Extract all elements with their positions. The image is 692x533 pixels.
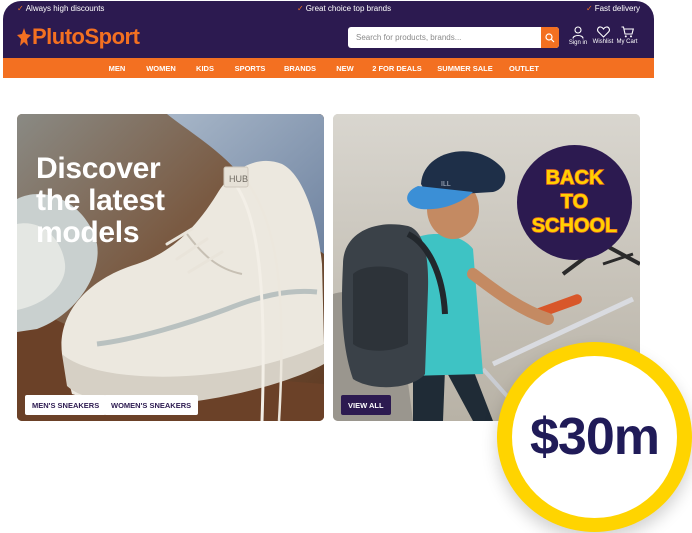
- nav-item-women[interactable]: WOMEN: [146, 64, 176, 73]
- view-all-button[interactable]: VIEW ALL: [341, 395, 391, 415]
- main-header: PlutoSport Sign in: [3, 17, 654, 58]
- shoe-tag-label: HUB: [229, 174, 248, 184]
- nav-item-sports[interactable]: SPORTS: [235, 64, 266, 73]
- check-icon: ✓: [297, 4, 304, 13]
- banner-headline: Discover the latest models: [36, 152, 165, 249]
- main-nav: MEN WOMEN KIDS SPORTS BRANDS NEW 2 FOR D…: [3, 58, 654, 78]
- heart-icon: [596, 26, 610, 38]
- cart-icon: [621, 26, 634, 38]
- logo[interactable]: PlutoSport: [17, 24, 140, 50]
- wishlist-label: Wishlist: [592, 39, 614, 45]
- usp-item: ✓ Always high discounts: [17, 4, 105, 13]
- user-icon: [572, 26, 584, 39]
- nav-item-outlet[interactable]: OUTLET: [509, 64, 539, 73]
- nav-item-men[interactable]: MEN: [109, 64, 126, 73]
- check-icon: ✓: [586, 4, 593, 13]
- page: ✓ Always high discounts ✓ Great choice top…: [0, 0, 692, 533]
- signin-button[interactable]: Sign in: [565, 26, 591, 46]
- usp-item: ✓ Great choice top brands: [297, 4, 392, 13]
- womens-sneakers-button[interactable]: WOMEN'S SNEAKERS: [104, 395, 199, 415]
- check-icon: ✓: [17, 4, 24, 13]
- nav-item-kids[interactable]: KIDS: [196, 64, 214, 73]
- logo-text: PlutoSport: [32, 24, 140, 49]
- nav-item-new[interactable]: NEW: [336, 64, 354, 73]
- cart-label: My Cart: [616, 39, 638, 45]
- nav-item-brands[interactable]: BRANDS: [284, 64, 316, 73]
- mens-sneakers-button[interactable]: MEN'S SNEAKERS: [25, 395, 107, 415]
- usp-item: ✓ Fast delivery: [586, 4, 641, 13]
- usp-bar: ✓ Always high discounts ✓ Great choice top…: [3, 1, 654, 17]
- promo-badge: $30m: [497, 342, 692, 532]
- cart-button[interactable]: My Cart: [614, 26, 640, 45]
- wishlist-button[interactable]: Wishlist: [590, 26, 616, 45]
- search-box: [348, 27, 559, 48]
- search-input[interactable]: [348, 27, 541, 48]
- promo-badge-inner: $30m: [512, 356, 677, 518]
- nav-item-2-for-deals[interactable]: 2 FOR DEALS: [372, 64, 422, 73]
- search-button[interactable]: [541, 27, 559, 48]
- cap-logo: ILL: [441, 181, 451, 188]
- sneakers-banner[interactable]: HUB Discover the latest models MEN'S SNE…: [17, 114, 324, 421]
- signin-label: Sign in: [568, 40, 588, 46]
- nav-item-summer-sale[interactable]: SUMMER SALE: [437, 64, 492, 73]
- logo-star-icon: [17, 28, 31, 46]
- search-icon: [545, 32, 555, 42]
- site-header: ✓ Always high discounts ✓ Great choice top…: [3, 1, 654, 78]
- back-to-school-badge: BACK TO SCHOOL: [517, 145, 632, 260]
- promo-amount: $30m: [530, 408, 660, 466]
